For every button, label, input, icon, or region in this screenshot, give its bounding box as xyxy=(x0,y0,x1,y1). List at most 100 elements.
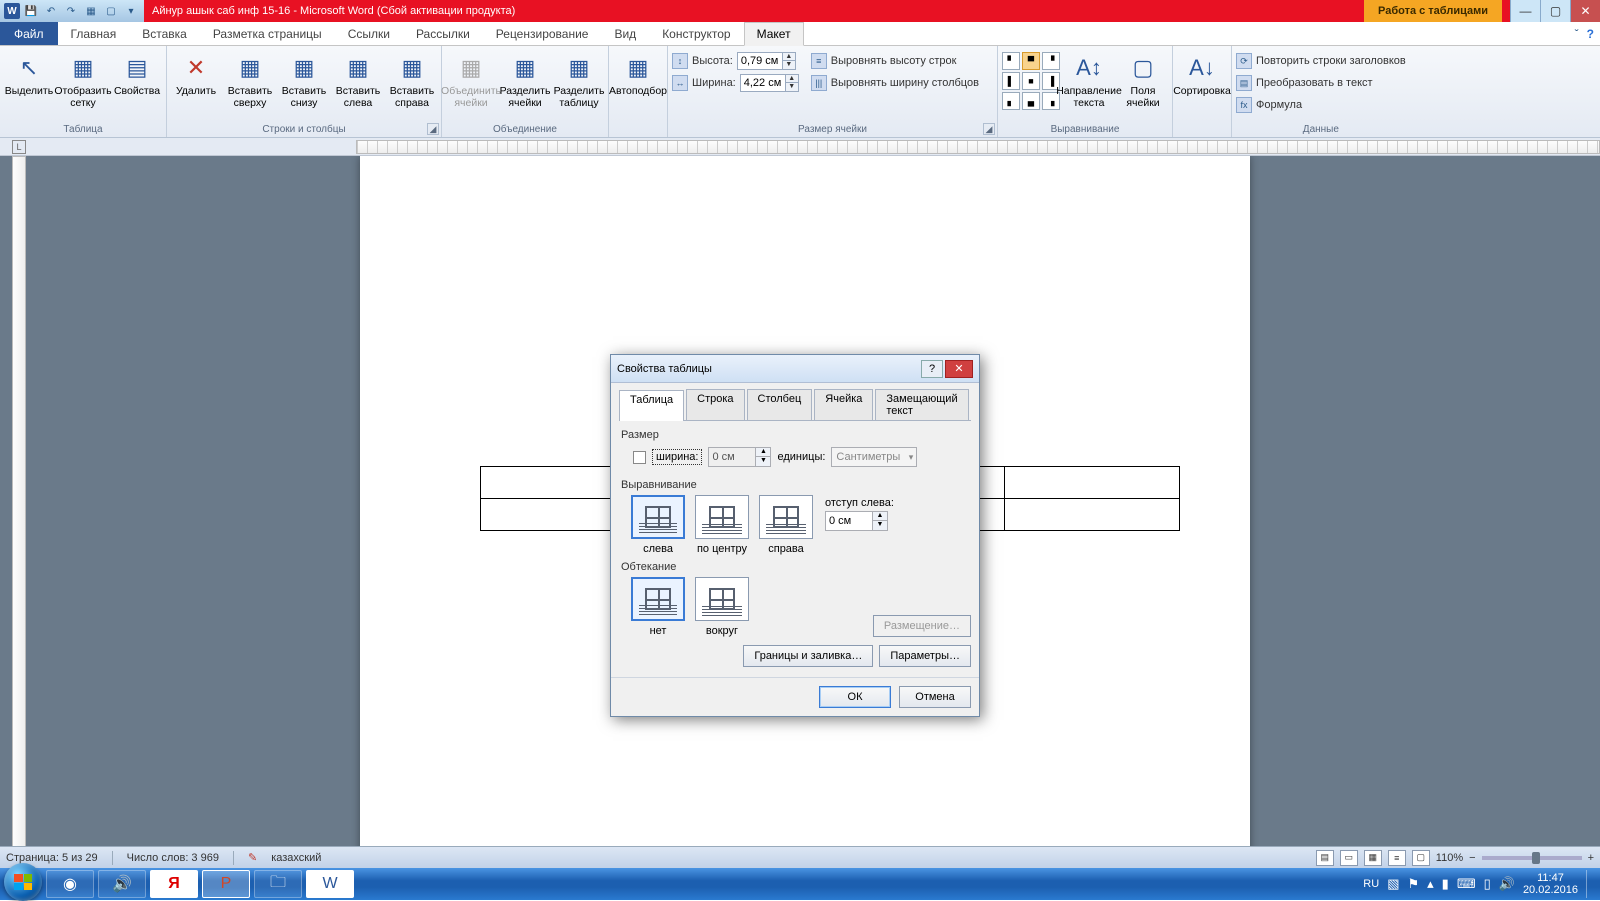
view-draft-icon[interactable]: ▢ xyxy=(1412,850,1430,866)
keyboard-icon[interactable]: ⌨ xyxy=(1457,876,1476,892)
action-center-icon[interactable]: ⚑ xyxy=(1407,876,1419,892)
align-mc[interactable]: ■ xyxy=(1022,72,1040,90)
insert-below-button[interactable]: ▦Вставить снизу xyxy=(279,48,329,109)
convert-text-button[interactable]: ▤Преобразовать в текст xyxy=(1236,73,1406,93)
proofing-icon[interactable]: ✎ xyxy=(248,851,257,864)
dialog-tab-row[interactable]: Строка xyxy=(686,389,744,420)
ok-button[interactable]: ОК xyxy=(819,686,891,708)
dialog-tab-cell[interactable]: Ячейка xyxy=(814,389,873,420)
align-tc[interactable]: ▀ xyxy=(1022,52,1040,70)
properties-button[interactable]: ▤Свойства xyxy=(112,48,162,98)
insert-right-button[interactable]: ▦Вставить справа xyxy=(387,48,437,109)
minimize-ribbon-icon[interactable]: ˇ xyxy=(1575,27,1579,41)
wrap-around-option[interactable]: вокруг xyxy=(695,577,749,637)
select-button[interactable]: ↖Выделить xyxy=(4,48,54,98)
distribute-rows-button[interactable]: ≡Выровнять высоту строк xyxy=(811,51,979,71)
repeat-header-button[interactable]: ⟳Повторить строки заголовков xyxy=(1236,51,1406,71)
text-direction-button[interactable]: A↕Направление текста xyxy=(1064,48,1114,109)
yandex-task-icon[interactable]: Я xyxy=(150,870,198,898)
zoom-slider[interactable] xyxy=(1482,856,1582,860)
view-read-icon[interactable]: ▭ xyxy=(1340,850,1358,866)
language-status[interactable]: казахский xyxy=(271,852,321,864)
zoom-out-icon[interactable]: − xyxy=(1469,852,1475,864)
dialog-tab-column[interactable]: Столбец xyxy=(747,389,813,420)
file-tab[interactable]: Файл xyxy=(0,22,58,45)
tab-mailings[interactable]: Рассылки xyxy=(403,22,483,45)
qat-more-icon[interactable]: ▾ xyxy=(122,2,140,20)
indent-spinner[interactable]: ▲▼ xyxy=(825,511,888,531)
options-button[interactable]: Параметры… xyxy=(879,645,971,667)
units-select[interactable]: Сантиметры xyxy=(831,447,917,467)
battery-icon[interactable]: ▯ xyxy=(1484,876,1491,892)
dialog-titlebar[interactable]: Свойства таблицы ? ✕ xyxy=(611,355,979,383)
borders-button[interactable]: Границы и заливка… xyxy=(743,645,873,667)
width-spinner[interactable]: ▲▼ xyxy=(740,74,799,92)
align-tl[interactable]: ▘ xyxy=(1002,52,1020,70)
qat-icon[interactable]: ▦ xyxy=(82,2,100,20)
help-icon[interactable]: ? xyxy=(1587,27,1594,41)
tab-references[interactable]: Ссылки xyxy=(335,22,403,45)
undo-icon[interactable]: ↶ xyxy=(42,2,60,20)
tab-review[interactable]: Рецензирование xyxy=(483,22,602,45)
qat-new-icon[interactable]: ▢ xyxy=(102,2,120,20)
chevron-up-icon[interactable]: ▴ xyxy=(1427,876,1434,892)
tray-lang[interactable]: RU xyxy=(1363,878,1379,890)
wrap-none-option[interactable]: нет xyxy=(631,577,685,637)
dialog-close-icon[interactable]: ✕ xyxy=(945,360,973,378)
tab-layout[interactable]: Макет xyxy=(744,22,804,46)
horizontal-ruler[interactable] xyxy=(356,140,1600,154)
page-status[interactable]: Страница: 5 из 29 xyxy=(6,852,98,864)
cell-margins-button[interactable]: ▢Поля ячейки xyxy=(1118,48,1168,109)
insert-above-button[interactable]: ▦Вставить сверху xyxy=(225,48,275,109)
flag-icon[interactable]: ▧ xyxy=(1387,876,1399,892)
width-checkbox[interactable] xyxy=(633,451,646,464)
explorer-task-icon[interactable]: 🗀 xyxy=(254,870,302,898)
vertical-ruler[interactable] xyxy=(12,156,26,860)
zoom-level[interactable]: 110% xyxy=(1436,852,1463,864)
tab-insert[interactable]: Вставка xyxy=(129,22,200,45)
align-right-option[interactable]: справа xyxy=(759,495,813,555)
cancel-button[interactable]: Отмена xyxy=(899,686,971,708)
dialog-launcher-icon[interactable]: ◢ xyxy=(427,123,439,135)
tab-design[interactable]: Конструктор xyxy=(649,22,743,45)
maximize-button[interactable]: ▢ xyxy=(1540,0,1570,22)
split-table-button[interactable]: ▦Разделить таблицу xyxy=(554,48,604,109)
align-tr[interactable]: ▝ xyxy=(1042,52,1060,70)
tab-home[interactable]: Главная xyxy=(58,22,130,45)
dialog-tab-table[interactable]: Таблица xyxy=(619,390,684,421)
view-web-icon[interactable]: ▦ xyxy=(1364,850,1382,866)
minimize-button[interactable]: — xyxy=(1510,0,1540,22)
zoom-in-icon[interactable]: + xyxy=(1588,852,1594,864)
volume-icon[interactable]: 🔊 xyxy=(1499,876,1515,892)
delete-button[interactable]: ✕Удалить xyxy=(171,48,221,98)
view-gridlines-button[interactable]: ▦Отобразить сетку xyxy=(58,48,108,109)
width-spinner[interactable]: ▲▼ xyxy=(708,447,771,467)
start-button[interactable] xyxy=(4,863,42,901)
word-count[interactable]: Число слов: 3 969 xyxy=(127,852,219,864)
word-task-icon[interactable]: W xyxy=(306,870,354,898)
distribute-cols-button[interactable]: |||Выровнять ширину столбцов xyxy=(811,73,979,93)
powerpoint-task-icon[interactable]: P xyxy=(202,870,250,898)
dialog-tab-alttext[interactable]: Замещающий текст xyxy=(875,389,969,420)
save-icon[interactable]: 💾 xyxy=(22,2,40,20)
tab-view[interactable]: Вид xyxy=(601,22,649,45)
close-button[interactable]: ✕ xyxy=(1570,0,1600,22)
tab-pagelayout[interactable]: Разметка страницы xyxy=(200,22,335,45)
align-ml[interactable]: ▌ xyxy=(1002,72,1020,90)
dialog-help-icon[interactable]: ? xyxy=(921,360,943,378)
chrome-task-icon[interactable]: ◉ xyxy=(46,870,94,898)
align-bc[interactable]: ▄ xyxy=(1022,92,1040,110)
autofit-button[interactable]: ▦Автоподбор xyxy=(613,48,663,98)
align-left-option[interactable]: слева xyxy=(631,495,685,555)
view-print-icon[interactable]: ▤ xyxy=(1316,850,1334,866)
redo-icon[interactable]: ↷ xyxy=(62,2,80,20)
tab-selector-icon[interactable]: L xyxy=(12,140,26,154)
align-bl[interactable]: ▖ xyxy=(1002,92,1020,110)
sound-task-icon[interactable]: 🔊 xyxy=(98,870,146,898)
show-desktop-button[interactable] xyxy=(1586,870,1594,898)
view-outline-icon[interactable]: ≡ xyxy=(1388,850,1406,866)
clock[interactable]: 11:4720.02.2016 xyxy=(1523,872,1578,896)
network-icon[interactable]: ▮ xyxy=(1442,876,1449,892)
sort-button[interactable]: A↓Сортировка xyxy=(1177,48,1227,98)
dialog-launcher-icon[interactable]: ◢ xyxy=(983,123,995,135)
